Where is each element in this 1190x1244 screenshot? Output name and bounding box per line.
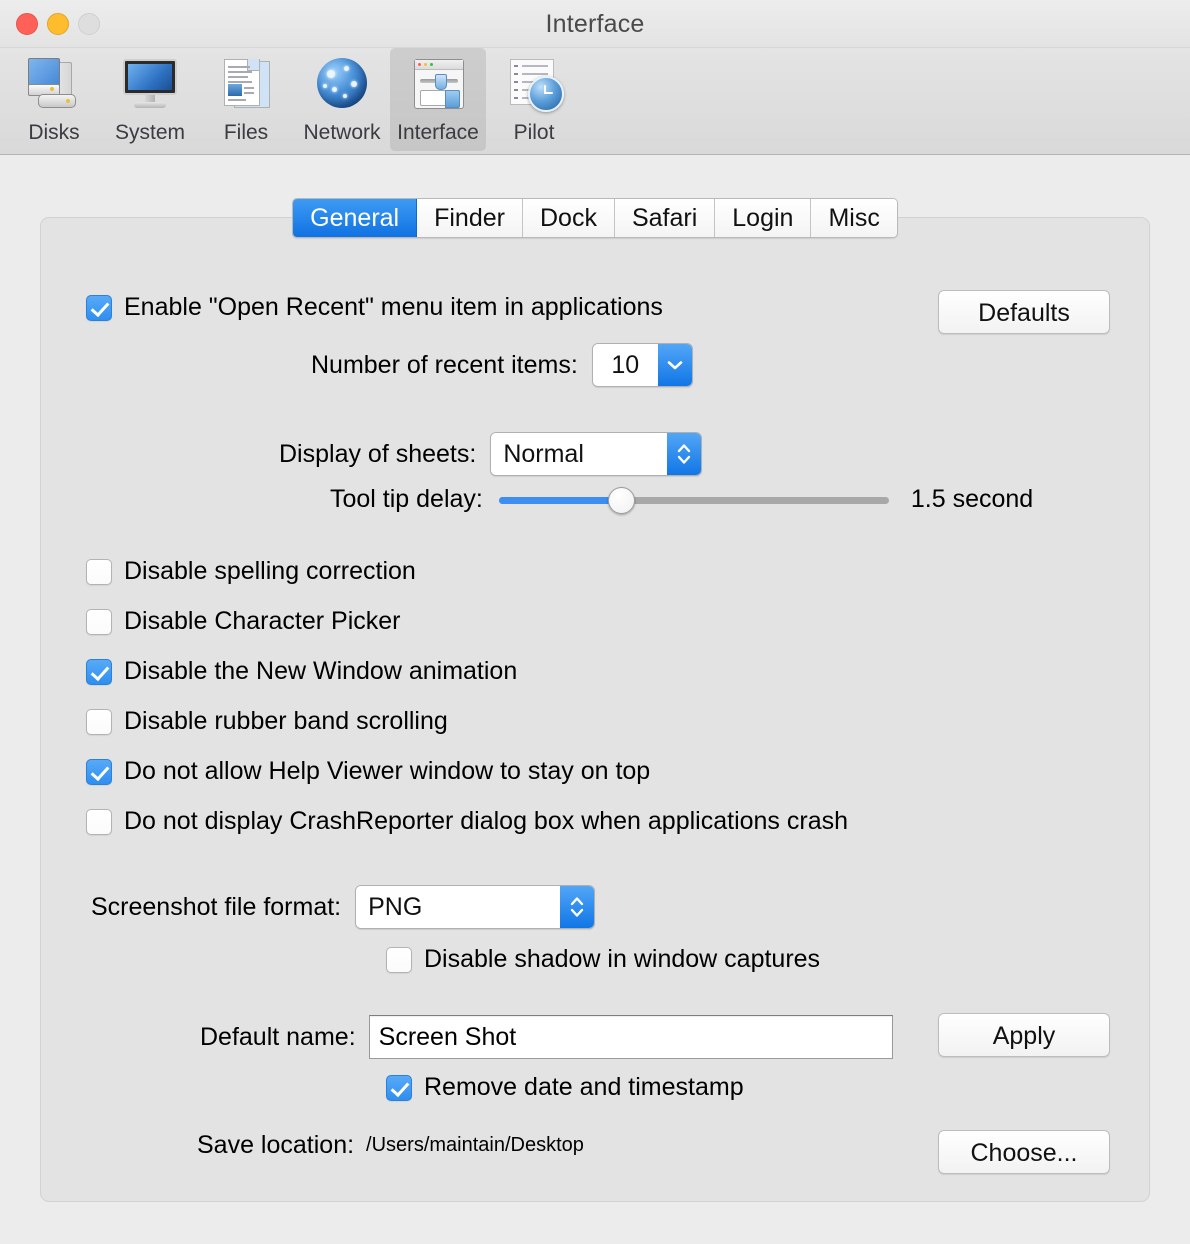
checkbox-disallow-help-viewer-on-top[interactable]: Do not allow Help Viewer window to stay … bbox=[86, 757, 650, 786]
checkbox-label: Disable spelling correction bbox=[124, 557, 416, 585]
checkbox-hide-crashreporter-dialog[interactable]: Do not display CrashReporter dialog box … bbox=[86, 807, 848, 836]
tool-tip-delay-slider[interactable] bbox=[498, 486, 889, 514]
checkbox-remove-date-and-timestamp[interactable]: Remove date and timestamp bbox=[386, 1073, 744, 1102]
system-icon bbox=[118, 54, 182, 116]
checkbox-label: Do not display CrashReporter dialog box … bbox=[124, 807, 849, 835]
checkbox-box[interactable] bbox=[86, 558, 112, 585]
checkbox-box[interactable] bbox=[86, 808, 112, 835]
recent-items-label: Number of recent items: bbox=[311, 350, 578, 379]
checkbox-disable-spelling-correction[interactable]: Disable spelling correction bbox=[86, 557, 416, 586]
checkbox-box[interactable] bbox=[86, 608, 112, 635]
screenshot-format-row: Screenshot file format: PNG bbox=[91, 885, 596, 929]
chevron-up-down-icon bbox=[560, 886, 595, 928]
tab-general[interactable]: General bbox=[293, 199, 418, 237]
files-icon bbox=[214, 54, 278, 116]
display-of-sheets-value: Normal bbox=[491, 433, 668, 475]
disks-icon bbox=[22, 54, 86, 116]
tab-dock[interactable]: Dock bbox=[522, 199, 615, 237]
toolbar: Disks System Files Network Interface Pil… bbox=[0, 48, 1190, 155]
save-location-row: Save location: /Users/maintain/Desktop bbox=[197, 1131, 584, 1160]
checkbox-disable-shadow-in-window-captures[interactable]: Disable shadow in window captures bbox=[386, 945, 820, 974]
display-of-sheets-row: Display of sheets: Normal bbox=[279, 432, 703, 476]
checkbox-disable-new-window-animation[interactable]: Disable the New Window animation bbox=[86, 657, 517, 686]
checkbox-box[interactable] bbox=[386, 946, 412, 973]
interface-icon bbox=[406, 54, 470, 116]
checkbox-label: Remove date and timestamp bbox=[424, 1073, 744, 1101]
screenshot-format-select[interactable]: PNG bbox=[355, 885, 596, 929]
save-location-path: /Users/maintain/Desktop bbox=[366, 1134, 584, 1156]
default-name-row: Default name: Screen Shot bbox=[200, 1015, 893, 1059]
default-name-label: Default name: bbox=[200, 1022, 356, 1051]
default-name-input[interactable]: Screen Shot bbox=[368, 1015, 893, 1059]
checkbox-box[interactable] bbox=[86, 708, 112, 735]
network-icon bbox=[310, 54, 374, 116]
checkbox-label: Disable Character Picker bbox=[124, 607, 401, 635]
tool-tip-delay-label: Tool tip delay: bbox=[330, 485, 483, 513]
tab-safari[interactable]: Safari bbox=[614, 199, 716, 237]
recent-items-value: 10 bbox=[592, 344, 658, 386]
display-of-sheets-label: Display of sheets: bbox=[279, 439, 477, 468]
checkbox-disable-rubber-band-scrolling[interactable]: Disable rubber band scrolling bbox=[86, 707, 448, 736]
pilot-icon bbox=[502, 54, 566, 116]
enable-open-recent-checkbox[interactable]: Enable "Open Recent" menu item in applic… bbox=[86, 293, 663, 322]
toolbar-item-label: Files bbox=[223, 121, 269, 144]
slider-thumb[interactable] bbox=[607, 486, 635, 514]
window-title: Interface bbox=[545, 10, 645, 38]
toolbar-item-pilot[interactable]: Pilot bbox=[486, 48, 582, 151]
content-area: General Finder Dock Safari Login Misc En… bbox=[0, 155, 1190, 1244]
recent-items-popup[interactable]: 10 bbox=[591, 343, 693, 387]
tab-login[interactable]: Login bbox=[715, 199, 812, 237]
save-location-label: Save location: bbox=[197, 1131, 355, 1159]
toolbar-item-label: Network bbox=[303, 121, 381, 144]
checkbox-label: Enable "Open Recent" menu item in applic… bbox=[124, 293, 663, 321]
chevron-up-down-icon bbox=[667, 433, 702, 475]
toolbar-item-label: Pilot bbox=[513, 121, 555, 144]
toolbar-item-label: Disks bbox=[28, 121, 80, 144]
screenshot-format-label: Screenshot file format: bbox=[91, 892, 342, 921]
slider-fill bbox=[498, 496, 620, 504]
checkbox-label: Disable rubber band scrolling bbox=[124, 707, 448, 735]
checkbox-box[interactable] bbox=[86, 294, 112, 321]
checkbox-box[interactable] bbox=[86, 758, 112, 785]
checkbox-box[interactable] bbox=[86, 658, 112, 685]
display-of-sheets-select[interactable]: Normal bbox=[490, 432, 703, 476]
toolbar-item-files[interactable]: Files bbox=[198, 48, 294, 151]
tab-finder[interactable]: Finder bbox=[417, 199, 523, 237]
checkbox-disable-character-picker[interactable]: Disable Character Picker bbox=[86, 607, 401, 636]
tool-tip-delay-row: Tool tip delay: 1.5 second bbox=[330, 485, 1033, 514]
checkbox-label: Disable shadow in window captures bbox=[424, 945, 821, 973]
title-bar: Interface bbox=[0, 0, 1190, 48]
chevron-down-icon bbox=[657, 344, 692, 386]
interface-preferences-window: Interface Disks System Files Network Int… bbox=[0, 0, 1190, 1244]
tool-tip-delay-value: 1.5 second bbox=[910, 485, 1034, 513]
toolbar-item-disks[interactable]: Disks bbox=[6, 48, 102, 151]
checkbox-label: Do not allow Help Viewer window to stay … bbox=[124, 757, 651, 785]
recent-items-row: Number of recent items: 10 bbox=[311, 343, 693, 387]
screenshot-format-value: PNG bbox=[356, 886, 561, 928]
tab-misc[interactable]: Misc bbox=[811, 199, 897, 237]
toolbar-item-label: Interface bbox=[397, 121, 479, 144]
checkbox-label: Disable the New Window animation bbox=[124, 657, 518, 685]
toolbar-item-label: System bbox=[114, 121, 185, 144]
checkbox-box[interactable] bbox=[386, 1074, 412, 1101]
toolbar-item-system[interactable]: System bbox=[102, 48, 198, 151]
toolbar-item-interface[interactable]: Interface bbox=[390, 48, 486, 151]
toolbar-item-network[interactable]: Network bbox=[294, 48, 390, 151]
apply-button[interactable]: Apply bbox=[938, 1013, 1110, 1057]
choose-button[interactable]: Choose... bbox=[938, 1130, 1110, 1174]
defaults-button[interactable]: Defaults bbox=[938, 290, 1110, 334]
tab-bar: General Finder Dock Safari Login Misc bbox=[0, 198, 1190, 238]
